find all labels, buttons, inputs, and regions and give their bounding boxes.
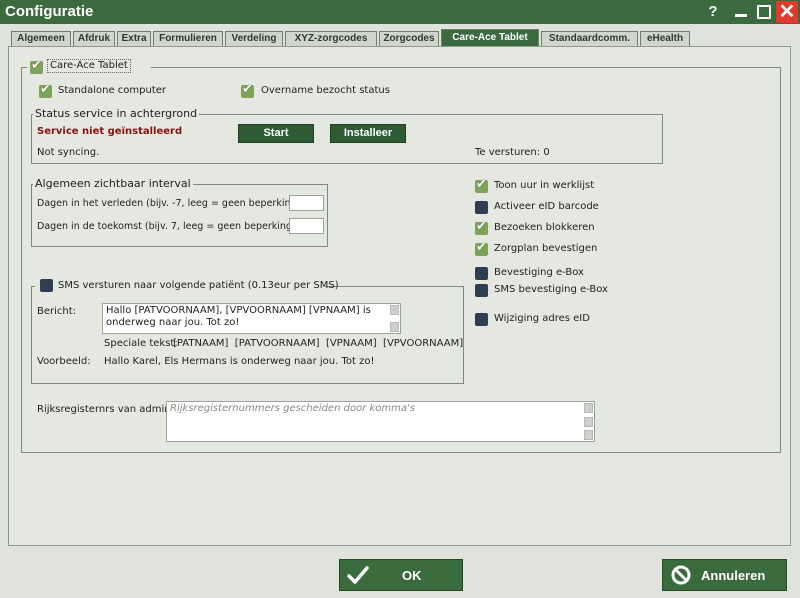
wijziging-adres-eid-checkbox[interactable]	[475, 313, 488, 326]
tab-zorgcodes[interactable]: Zorgcodes	[379, 31, 439, 46]
admins-textarea[interactable]: Rijksregisternummers gescheiden door kom…	[166, 401, 595, 442]
install-button[interactable]: Installeer	[330, 124, 406, 143]
sync-status-text: Not syncing.	[37, 147, 100, 158]
example-label: Voorbeeld:	[37, 356, 91, 367]
tab-content-panel: Care-Ace Tablet Standalone computer Over…	[8, 46, 791, 546]
future-days-label: Dagen in de toekomst (bijv. 7, leeg = ge…	[37, 221, 299, 232]
sms-bevestiging-ebox-checkbox[interactable]	[475, 284, 488, 297]
care-ace-tablet-checkbox[interactable]	[30, 58, 43, 74]
close-button[interactable]: ✕	[776, 1, 798, 23]
sms-group	[31, 286, 464, 384]
overname-bezocht-status-checkbox[interactable]	[241, 82, 254, 98]
check-icon	[347, 566, 369, 584]
title-bar: Configuratie ? ✕	[0, 0, 800, 24]
ok-button[interactable]: OK	[339, 559, 463, 591]
interval-group	[31, 184, 328, 247]
special-text-tokens: [PATNAAM] [PATVOORNAAM] [VPNAAM] [VPVOOR…	[173, 338, 464, 349]
scroll-thumb[interactable]	[584, 417, 593, 427]
bevestiging-ebox-label: Bevestiging e-Box	[494, 267, 584, 278]
toon-uur-label: Toon uur in werklijst	[494, 180, 595, 191]
tab-extra[interactable]: Extra	[117, 31, 151, 46]
scroll-down-icon[interactable]	[584, 430, 593, 440]
maximize-button[interactable]	[754, 2, 774, 22]
tab-xyz-zorgcodes[interactable]: XYZ-zorgcodes	[285, 31, 377, 46]
message-text: Hallo [PATVOORNAAM], [VPVOORNAAM] [VPNAA…	[106, 305, 371, 328]
care-ace-tablet-label: Care-Ace Tablet	[47, 59, 131, 73]
bevestiging-ebox-checkbox[interactable]	[475, 267, 488, 280]
tab-ehealth[interactable]: eHealth	[640, 31, 690, 46]
scroll-up-icon[interactable]	[584, 403, 593, 413]
example-text: Hallo Karel, Els Hermans is onderweg naa…	[104, 356, 375, 367]
minimize-button[interactable]	[731, 2, 751, 22]
sms-bevestiging-ebox-label: SMS bevestiging e-Box	[494, 284, 608, 295]
past-days-label: Dagen in het verleden (bijv. -7, leeg = …	[37, 198, 304, 209]
to-send-count: Te versturen: 0	[475, 147, 550, 158]
message-label: Bericht:	[37, 306, 77, 317]
message-textarea[interactable]: Hallo [PATVOORNAAM], [VPVOORNAAM] [VPNAA…	[102, 303, 401, 334]
scroll-down-icon[interactable]	[390, 322, 399, 332]
special-text-label: Speciale tekst:	[104, 338, 178, 349]
activeer-eid-barcode-label: Activeer eID barcode	[494, 201, 599, 212]
toon-uur-checkbox[interactable]	[475, 177, 488, 193]
scroll-up-icon[interactable]	[390, 305, 399, 315]
bezoeken-blokkeren-label: Bezoeken blokkeren	[494, 222, 595, 233]
interval-legend: Algemeen zichtbaar interval	[33, 177, 193, 190]
future-days-input[interactable]	[289, 218, 324, 234]
service-status-text: Service niet geïnstalleerd	[37, 126, 183, 137]
close-icon: ✕	[778, 1, 796, 23]
sms-versturen-label: SMS versturen naar volgende patiënt (0.1…	[58, 280, 339, 291]
bezoeken-blokkeren-checkbox[interactable]	[475, 219, 488, 235]
standalone-computer-label: Standalone computer	[58, 85, 167, 96]
standalone-computer-checkbox[interactable]	[39, 82, 52, 98]
status-service-legend: Status service in achtergrond	[33, 107, 200, 120]
tab-afdruk[interactable]: Afdruk	[73, 31, 115, 46]
start-button[interactable]: Start	[238, 124, 314, 143]
activeer-eid-barcode-checkbox[interactable]	[475, 201, 488, 214]
admins-placeholder: Rijksregisternummers gescheiden door kom…	[170, 403, 415, 414]
past-days-input[interactable]	[289, 195, 324, 211]
cancel-button[interactable]: Annuleren	[662, 559, 787, 591]
tab-verdeling[interactable]: Verdeling	[225, 31, 283, 46]
admins-label: Rijksregisternrs van admins	[37, 404, 176, 415]
tab-standaardcomm[interactable]: Standaardcomm.	[541, 31, 638, 46]
zorgplan-bevestigen-checkbox[interactable]	[475, 240, 488, 256]
window-title: Configuratie	[5, 3, 94, 20]
sms-versturen-checkbox[interactable]	[40, 279, 53, 292]
cancel-button-label: Annuleren	[701, 568, 766, 583]
wijziging-adres-eid-label: Wijziging adres eID	[494, 313, 590, 324]
zorgplan-bevestigen-label: Zorgplan bevestigen	[494, 243, 598, 254]
tab-algemeen[interactable]: Algemeen	[11, 31, 71, 46]
tab-formulieren[interactable]: Formulieren	[153, 31, 223, 46]
help-button[interactable]: ?	[703, 2, 723, 22]
overname-bezocht-status-label: Overname bezocht status	[261, 85, 390, 96]
ok-button-label: OK	[402, 568, 422, 583]
tab-care-ace-tablet[interactable]: Care-Ace Tablet	[441, 29, 539, 46]
cancel-icon	[671, 565, 691, 585]
